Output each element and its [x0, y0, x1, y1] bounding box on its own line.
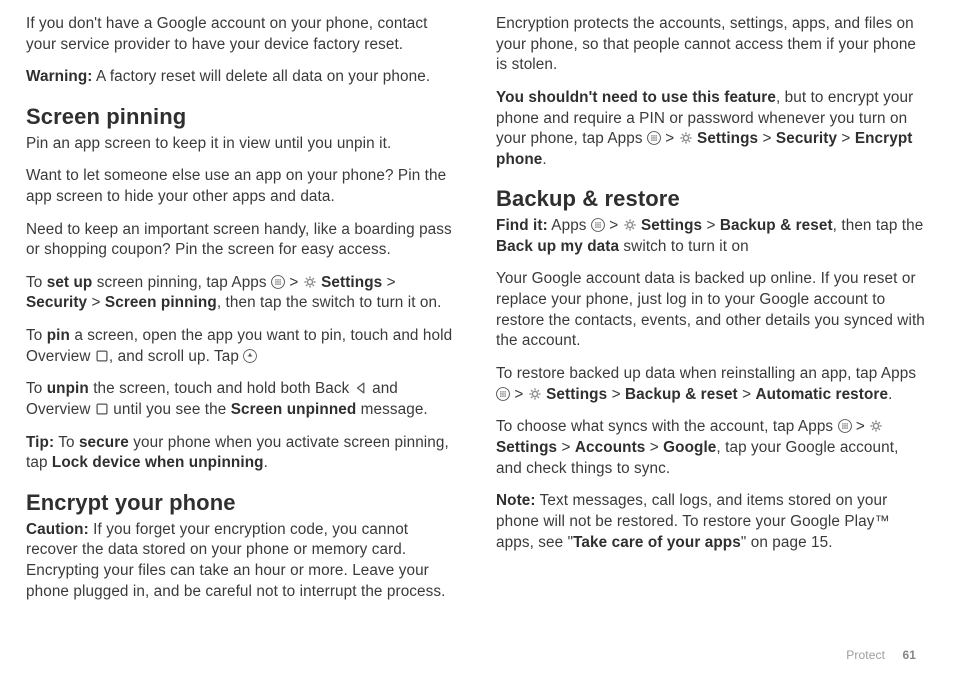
paragraph: To restore backed up data when reinstall… — [496, 364, 928, 405]
paragraph: If you don't have a Google account on yo… — [26, 14, 458, 55]
apps-icon — [647, 131, 661, 145]
gear-icon — [679, 131, 693, 145]
paragraph: Need to keep an important screen handy, … — [26, 220, 458, 261]
gear-icon — [623, 218, 637, 232]
paragraph: Want to let someone else use an app on y… — [26, 166, 458, 207]
paragraph: Pin an app screen to keep it in view unt… — [26, 134, 458, 155]
apps-icon — [838, 419, 852, 433]
right-column: Encryption protects the accounts, settin… — [496, 14, 928, 667]
page-number: 61 — [902, 648, 916, 662]
page-footer: Protect 61 — [846, 647, 916, 663]
warning-label: Warning: — [26, 68, 93, 85]
gear-icon — [528, 387, 542, 401]
gear-icon — [303, 275, 317, 289]
heading-encrypt: Encrypt your phone — [26, 488, 458, 518]
pin-icon — [243, 349, 257, 363]
note-paragraph: Note: Text messages, call logs, and item… — [496, 491, 928, 553]
footer-section: Protect — [846, 648, 885, 662]
page: If you don't have a Google account on yo… — [0, 0, 954, 677]
paragraph: Your Google account data is backed up on… — [496, 269, 928, 352]
apps-icon — [591, 218, 605, 232]
paragraph: To choose what syncs with the account, t… — [496, 417, 928, 479]
tip-paragraph: Tip: To secure your phone when you activ… — [26, 433, 458, 474]
left-column: If you don't have a Google account on yo… — [26, 14, 458, 667]
gear-icon — [869, 419, 883, 433]
paragraph-unpin: To unpin the screen, touch and hold both… — [26, 379, 458, 420]
back-icon — [354, 381, 368, 395]
apps-icon — [271, 275, 285, 289]
caution-paragraph: Caution: If you forget your encryption c… — [26, 520, 458, 603]
warning-paragraph: Warning: A factory reset will delete all… — [26, 67, 458, 88]
paragraph-pin: To pin a screen, open the app you want t… — [26, 326, 458, 367]
paragraph-setup-pinning: To set up screen pinning, tap Apps > Set… — [26, 273, 458, 314]
apps-icon — [496, 387, 510, 401]
paragraph: You shouldn't need to use this feature, … — [496, 88, 928, 171]
heading-screen-pinning: Screen pinning — [26, 102, 458, 132]
overview-icon — [95, 349, 109, 363]
overview-icon — [95, 402, 109, 416]
paragraph: Encryption protects the accounts, settin… — [496, 14, 928, 76]
heading-backup: Backup & restore — [496, 184, 928, 214]
find-it-paragraph: Find it: Apps > Settings > Backup & rese… — [496, 216, 928, 257]
